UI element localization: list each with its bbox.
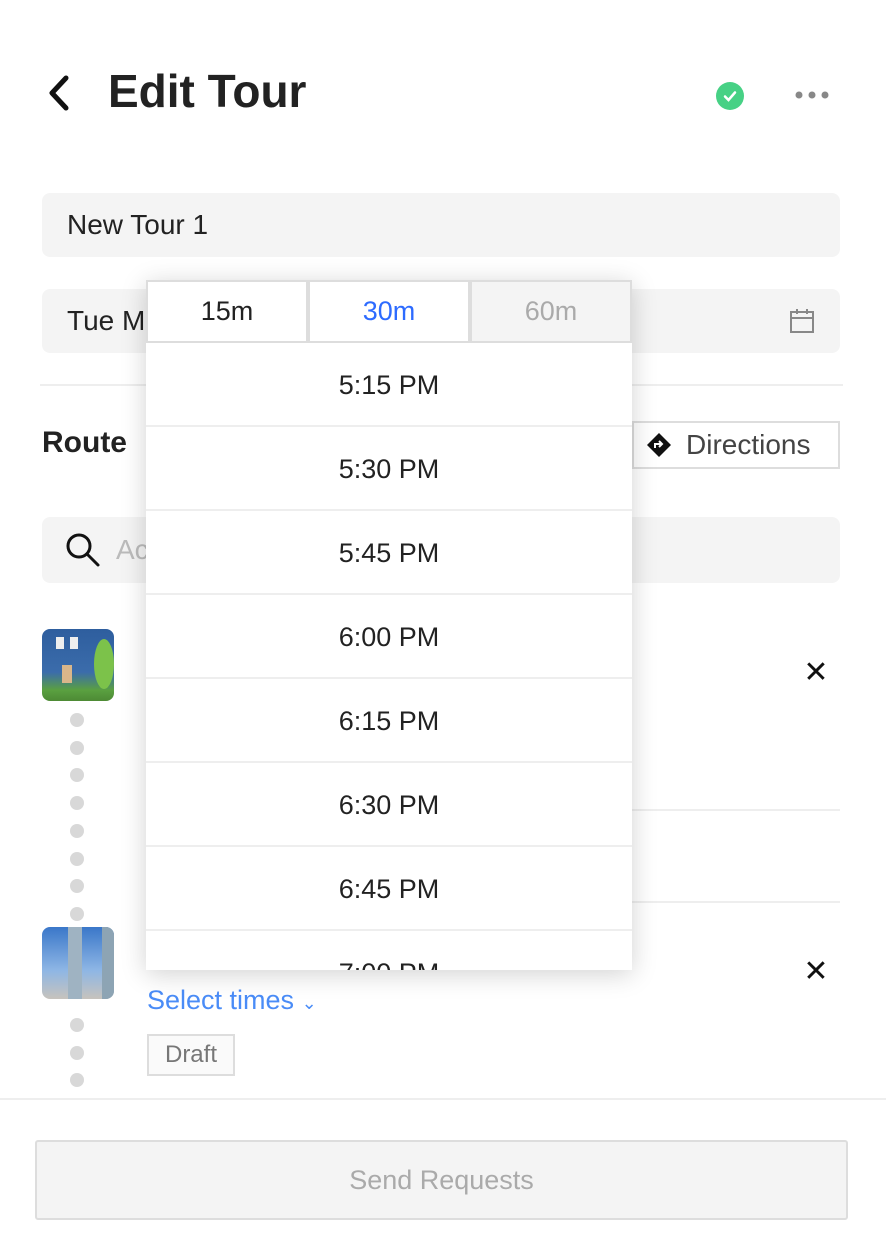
time-option[interactable]: 6:00 PM (146, 595, 632, 679)
property-thumbnail[interactable] (42, 629, 114, 701)
search-icon (66, 533, 100, 567)
time-option[interactable]: 7:00 PM (146, 931, 632, 970)
status-badge: Draft (147, 1034, 235, 1076)
duration-tabs: 15m 30m 60m (146, 280, 632, 343)
directions-label: Directions (686, 429, 811, 460)
time-option[interactable]: 5:15 PM (146, 343, 632, 427)
duration-time-picker: 15m 30m 60m 5:15 PM 5:30 PM 5:45 PM 6:00… (146, 280, 632, 970)
back-button[interactable] (40, 70, 80, 116)
calendar-icon (790, 309, 814, 333)
directions-button[interactable]: Directions (632, 421, 840, 469)
select-times-dropdown[interactable]: Select times ⌄ (147, 985, 317, 1016)
page-title: Edit Tour (108, 65, 307, 117)
property-thumbnail[interactable] (42, 927, 114, 999)
time-option[interactable]: 5:30 PM (146, 427, 632, 511)
time-option[interactable]: 6:15 PM (146, 679, 632, 763)
saved-status-icon (716, 82, 744, 110)
more-options-button[interactable] (794, 88, 830, 102)
tab-15m[interactable]: 15m (146, 280, 308, 343)
route-heading: Route (42, 426, 127, 459)
date-value: Tue M (67, 305, 146, 336)
time-option[interactable]: 6:30 PM (146, 763, 632, 847)
send-requests-button[interactable]: Send Requests (35, 1140, 848, 1220)
chevron-down-icon: ⌄ (301, 993, 317, 1013)
more-horizontal-icon (795, 91, 829, 99)
tour-name-input[interactable]: New Tour 1 (42, 193, 840, 257)
search-placeholder: Ac (116, 534, 149, 565)
footer-divider (0, 1098, 886, 1100)
remove-property-button[interactable]: ✕ (801, 954, 831, 989)
chevron-left-icon (49, 75, 69, 111)
select-times-label: Select times (147, 985, 295, 1015)
tab-30m[interactable]: 30m (308, 280, 470, 343)
directions-icon (647, 433, 671, 457)
time-option[interactable]: 6:45 PM (146, 847, 632, 931)
time-option[interactable]: 5:45 PM (146, 511, 632, 595)
tab-60m[interactable]: 60m (470, 280, 632, 343)
remove-property-button[interactable]: ✕ (801, 655, 831, 690)
